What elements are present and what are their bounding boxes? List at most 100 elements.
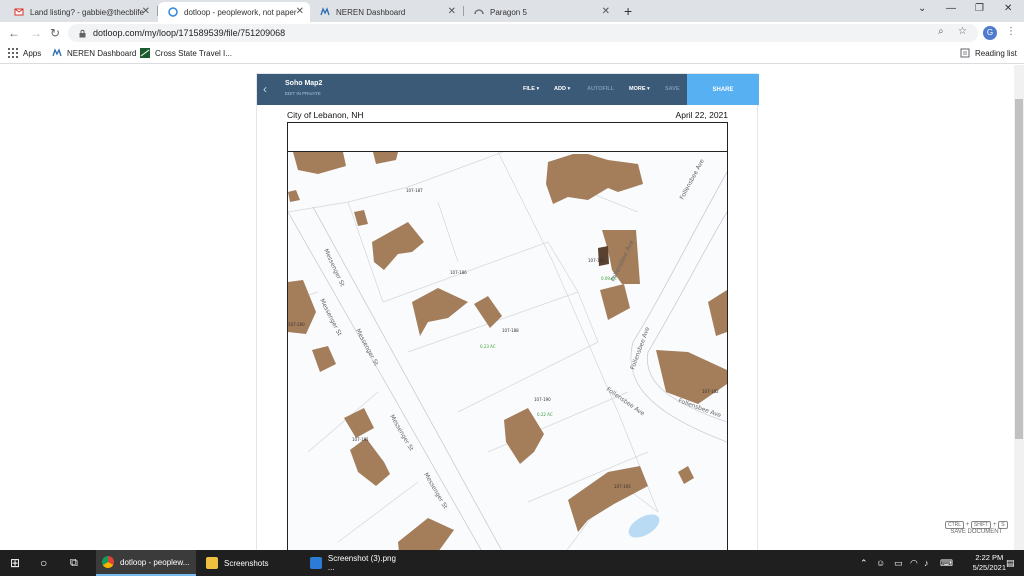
parcel-label: 107-186 [450, 270, 467, 275]
add-menu[interactable]: ADD ▾ [554, 86, 570, 92]
parcel-label: 107-193 [614, 484, 631, 489]
tab-dotloop[interactable]: dotloop - peoplework, not paper ✕ [158, 2, 310, 22]
more-menu[interactable]: MORE ▾ [629, 86, 650, 92]
new-tab-button[interactable]: + [624, 3, 632, 19]
close-tab-icon[interactable]: ✕ [142, 6, 150, 17]
neren-icon [320, 7, 330, 17]
map-date: April 22, 2021 [675, 110, 728, 120]
profile-avatar[interactable]: G [983, 26, 997, 40]
acreage-labels: 0.23 AC 0.22 AC 0.09 AC [480, 276, 617, 417]
taskbar-app-label: Screenshot (3).png ... [327, 554, 396, 572]
forward-icon[interactable]: → [30, 26, 42, 40]
hidden-icons-chevron-icon[interactable]: ⌃ [860, 550, 868, 576]
share-button[interactable]: SHARE [687, 74, 759, 105]
bookmark-star-icon[interactable]: ☆ [958, 26, 967, 37]
parcel-label: 107-182 [702, 389, 719, 394]
windows-start-icon[interactable]: ⊞ [10, 550, 20, 576]
photos-icon [310, 557, 322, 569]
reading-list-button[interactable]: Reading list [960, 48, 1017, 58]
file-menu[interactable]: FILE ▾ [523, 86, 539, 92]
parcel-label: 107-200 [288, 322, 305, 327]
bookmarks-bar: Apps NEREN Dashboard Cross State Travel … [0, 44, 1024, 64]
close-tab-icon[interactable]: ✕ [602, 6, 610, 17]
s-key: S [998, 521, 1008, 529]
save-button[interactable]: SAVE [665, 86, 680, 92]
reload-icon[interactable]: ↻ [50, 26, 60, 40]
scrollbar-thumb[interactable] [1015, 99, 1023, 439]
battery-icon[interactable]: ▭ [894, 550, 903, 576]
cross-state-icon [140, 48, 150, 58]
bookmark-cross-state[interactable]: Cross State Travel I... [140, 48, 232, 58]
map-header: City of Lebanon, NH April 22, 2021 [287, 110, 728, 120]
taskbar-app-chrome[interactable]: dotloop - peoplew... [96, 550, 196, 576]
street-label: Messenger St [422, 472, 449, 511]
menu-label: FILE [523, 86, 535, 92]
system-clock[interactable]: 2:22 PM 5/25/2021 [973, 553, 1006, 573]
parcel-label: 107-191 [352, 437, 369, 442]
page-content: ‹ Soho Map2 EDIT IN PRIVATE FILE ▾ ADD ▾… [0, 65, 1014, 550]
parcel-label: 107-190 [534, 397, 551, 402]
tab-label: dotloop - peoplework, not paper [184, 7, 297, 17]
paragon-icon [474, 7, 484, 17]
acreage-label: 0.09 AC [601, 276, 617, 281]
map-title-band [288, 123, 727, 152]
buildings [288, 152, 727, 550]
edit-in-private-link[interactable]: EDIT IN PRIVATE [285, 91, 321, 96]
pool [628, 514, 660, 538]
document-toolbar: ‹ Soho Map2 EDIT IN PRIVATE FILE ▾ ADD ▾… [257, 74, 759, 105]
lock-icon [78, 29, 87, 38]
search-icon[interactable]: ○ [40, 550, 47, 576]
notification-icon[interactable]: ▤ [1006, 550, 1015, 576]
bookmark-apps[interactable]: Apps [8, 48, 41, 58]
neren-icon [52, 48, 62, 58]
bookmark-label: NEREN Dashboard [67, 48, 137, 58]
network-icon[interactable]: ◠ [910, 550, 918, 576]
page-scrollbar[interactable] [1014, 65, 1024, 550]
street-label: Messenger St [322, 248, 346, 288]
people-icon[interactable]: ☺ [876, 550, 885, 576]
keyboard-icon[interactable]: ⌨ [940, 550, 953, 576]
browser-toolbar: ← → ↻ dotloop.com/my/loop/171589539/file… [0, 22, 1024, 44]
autofill-button[interactable]: AUTOFILL [587, 86, 614, 92]
taskbar-app-photos[interactable]: Screenshot (3).png ... [304, 550, 404, 576]
street-label: Follensbee Ave [605, 386, 646, 418]
acreage-label: 0.22 AC [537, 412, 553, 417]
close-tab-icon[interactable]: ✕ [296, 6, 304, 17]
messenger-street [288, 206, 502, 550]
zoom-icon[interactable]: ⌕ [938, 26, 944, 37]
tab-strip: Land listing? - gabbie@thecblife ✕ dotlo… [0, 0, 1024, 22]
back-icon[interactable]: ← [8, 26, 20, 40]
document-title: Soho Map2 [285, 80, 323, 87]
save-document-hint: CTRL + SHIFT + S SAVE DOCUMENT [945, 521, 1008, 535]
address-bar[interactable]: dotloop.com/my/loop/171589539/file/75120… [68, 24, 978, 42]
map-canvas[interactable]: Messenger St Messenger St Messenger St M… [288, 152, 727, 550]
tab-label: Land listing? - gabbie@thecblife [30, 7, 144, 17]
tab-search-icon[interactable]: ⌄ [918, 3, 926, 14]
reading-list-label: Reading list [975, 48, 1017, 58]
close-tab-icon[interactable]: ✕ [448, 6, 456, 17]
parcel-label: 107-188 [502, 328, 519, 333]
minimize-button[interactable]: — [946, 3, 956, 14]
parcel-label: 107-183 [588, 258, 605, 263]
menu-kebab-icon[interactable]: ⋮ [1006, 26, 1016, 37]
acreage-label: 0.23 AC [480, 344, 496, 349]
document-viewer: ‹ Soho Map2 EDIT IN PRIVATE FILE ▾ ADD ▾… [256, 73, 759, 550]
ctrl-key: CTRL [945, 521, 965, 529]
url-text: dotloop.com/my/loop/171589539/file/75120… [93, 28, 286, 38]
back-chevron-icon[interactable]: ‹ [263, 82, 267, 96]
apps-grid-icon [8, 48, 18, 58]
parcel-label: 107-187 [406, 188, 423, 193]
tab-gmail[interactable]: Land listing? - gabbie@thecblife ✕ [4, 2, 156, 22]
street-label: Follensbee Ave [679, 158, 706, 201]
task-view-icon[interactable]: ⧉ [70, 550, 78, 576]
taskbar-app-screenshots[interactable]: Screenshots [200, 550, 300, 576]
restore-button[interactable]: ❐ [975, 3, 984, 14]
close-window-button[interactable]: ✕ [1004, 3, 1012, 14]
parcel-map[interactable]: Messenger St Messenger St Messenger St M… [287, 122, 728, 550]
bookmark-neren[interactable]: NEREN Dashboard [52, 48, 136, 58]
tab-neren[interactable]: NEREN Dashboard ✕ [310, 2, 462, 22]
volume-icon[interactable]: ♪ [924, 550, 929, 576]
gmail-icon [14, 7, 24, 17]
windows-taskbar: ⊞ ○ ⧉ dotloop - peoplew... Screenshots S… [0, 550, 1024, 576]
tab-paragon[interactable]: Paragon 5 ✕ [464, 2, 616, 22]
